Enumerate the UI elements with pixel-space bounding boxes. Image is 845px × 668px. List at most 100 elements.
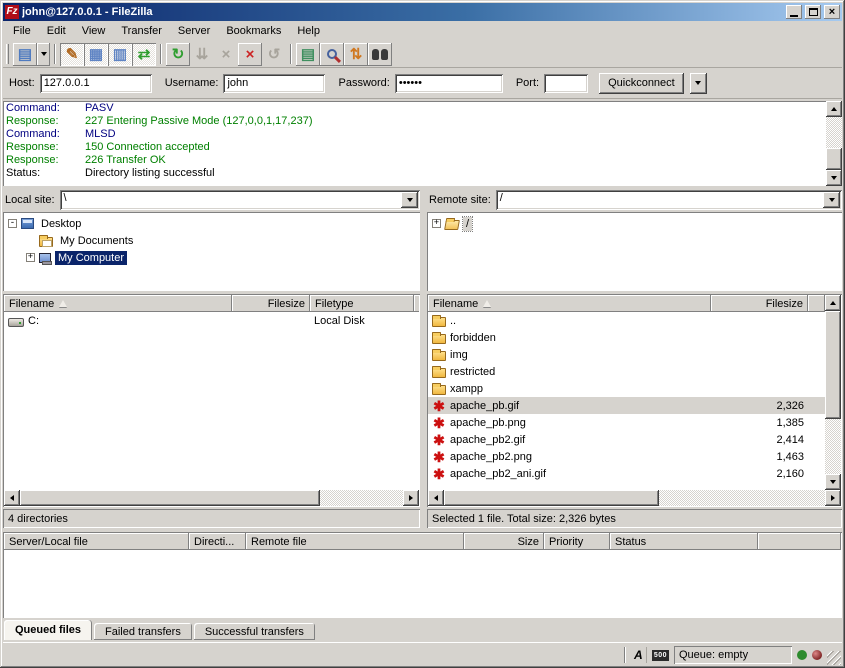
scroll-down-button[interactable] — [826, 170, 842, 186]
column-header-priority[interactable]: Priority — [544, 533, 610, 550]
file-row-apache-pb-png[interactable]: ✱apache_pb.png1,385 — [428, 414, 825, 431]
remote-vscrollbar[interactable] — [825, 295, 841, 490]
tree-item-my-computer[interactable]: +My Computer — [4, 249, 419, 266]
scroll-up-button[interactable] — [826, 101, 842, 117]
password-input[interactable] — [395, 74, 503, 93]
port-input[interactable] — [544, 74, 588, 93]
queue-status-field: Queue: empty — [674, 646, 792, 664]
close-button[interactable]: × — [824, 5, 840, 19]
column-header-directi[interactable]: Directi... — [189, 533, 246, 550]
toggle-remote-tree-button[interactable]: ▥ — [108, 43, 132, 66]
file-row-restricted[interactable]: restricted — [428, 363, 825, 380]
column-header-remote-file[interactable]: Remote file — [246, 533, 464, 550]
synchronized-browsing-button[interactable]: ⇅ — [344, 43, 368, 66]
menu-edit[interactable]: Edit — [39, 23, 74, 39]
menu-help[interactable]: Help — [289, 23, 328, 39]
scroll-left-button[interactable] — [4, 490, 20, 506]
scroll-right-button[interactable] — [825, 490, 841, 506]
remote-site-combo[interactable]: / — [496, 190, 842, 210]
quickconnect-button[interactable]: Quickconnect — [599, 73, 684, 94]
tab-failed-transfers[interactable]: Failed transfers — [94, 623, 192, 640]
column-header-status[interactable]: Status — [610, 533, 758, 550]
local-site-label: Local site: — [3, 194, 60, 206]
tree-item-label: My Documents — [57, 234, 136, 248]
menu-transfer[interactable]: Transfer — [113, 23, 170, 39]
file-row-img[interactable]: img — [428, 346, 825, 363]
maximize-button[interactable] — [805, 5, 821, 19]
host-input[interactable] — [40, 74, 152, 93]
file-row-apache-pb-gif[interactable]: ✱apache_pb.gif2,326 — [428, 397, 825, 414]
disconnect-button[interactable]: × — [238, 43, 262, 66]
column-header-filesize[interactable]: Filesize — [711, 295, 808, 312]
scroll-track[interactable] — [826, 117, 842, 170]
tab-successful-transfers[interactable]: Successful transfers — [194, 623, 315, 640]
local-site-dropdown-button[interactable] — [401, 192, 418, 208]
menu-file[interactable]: File — [5, 23, 39, 39]
scroll-track[interactable] — [659, 490, 825, 506]
collapse-icon[interactable]: - — [8, 219, 17, 228]
log-line: Command:PASV — [6, 102, 823, 115]
scroll-thumb[interactable] — [826, 148, 842, 170]
column-header-filename[interactable]: Filename — [4, 295, 232, 312]
local-hscrollbar[interactable] — [4, 490, 419, 506]
directory-comparison-button[interactable] — [320, 43, 344, 66]
column-header-filesize[interactable]: Filesize — [232, 295, 310, 312]
file-row-c[interactable]: C:Local Disk — [4, 312, 419, 329]
remote-site-row: Remote site: / — [427, 189, 842, 210]
directory-listing-filters-button[interactable]: ▤ — [296, 43, 320, 66]
folder-icon — [432, 351, 446, 361]
file-row-apache-pb2-gif[interactable]: ✱apache_pb2.gif2,414 — [428, 431, 825, 448]
menu-view[interactable]: View — [74, 23, 114, 39]
tree-item-desktop[interactable]: -Desktop — [4, 215, 419, 232]
scroll-down-button[interactable] — [825, 474, 841, 490]
refresh-button[interactable]: ↻ — [166, 43, 190, 66]
file-row-forbidden[interactable]: forbidden — [428, 329, 825, 346]
data-type-indicator-icon[interactable]: A — [631, 647, 647, 663]
password-label: Password: — [338, 77, 389, 89]
remote-hscrollbar[interactable] — [428, 490, 841, 506]
file-row-blank[interactable]: .. — [428, 312, 825, 329]
scroll-thumb[interactable] — [444, 490, 659, 506]
scroll-track[interactable] — [320, 490, 403, 506]
statusbar-separator — [624, 647, 626, 663]
minimize-button[interactable] — [786, 5, 802, 19]
column-header-size[interactable]: Size — [464, 533, 544, 550]
column-header-l[interactable]: L — [414, 295, 419, 312]
local-site-combo[interactable]: \ — [60, 190, 420, 210]
pane-splitter[interactable] — [420, 189, 427, 528]
site-manager-button[interactable]: ▤ — [13, 43, 37, 66]
file-row-xampp[interactable]: xampp — [428, 380, 825, 397]
log-line-text: PASV — [85, 102, 114, 115]
log-scrollbar[interactable] — [826, 101, 842, 186]
site-manager-dropdown-button[interactable] — [37, 43, 50, 66]
scroll-track[interactable] — [825, 311, 841, 474]
column-header-server-local-file[interactable]: Server/Local file — [4, 533, 189, 550]
toggle-transfer-queue-button[interactable]: ⇄ — [132, 43, 156, 66]
scroll-up-button[interactable] — [825, 295, 841, 311]
scroll-thumb[interactable] — [825, 311, 841, 419]
username-input[interactable] — [223, 74, 325, 93]
tree-item-blank[interactable]: +/ — [428, 215, 841, 232]
resize-grip[interactable] — [827, 651, 841, 665]
scroll-left-button[interactable] — [428, 490, 444, 506]
column-header-blank[interactable] — [758, 533, 841, 550]
tab-queued-files[interactable]: Queued files — [4, 620, 92, 640]
toggle-message-log-button[interactable]: ✎ — [60, 43, 84, 66]
menu-server[interactable]: Server — [170, 23, 218, 39]
column-header-filename[interactable]: Filename — [428, 295, 711, 312]
tree-item-my-documents[interactable]: My Documents — [4, 232, 419, 249]
scroll-right-button[interactable] — [403, 490, 419, 506]
file-row-apache-pb2-ani-gif[interactable]: ✱apache_pb2_ani.gif2,160 — [428, 465, 825, 482]
column-header-filetype[interactable]: Filetype — [310, 295, 414, 312]
expand-icon[interactable]: + — [432, 219, 441, 228]
speed-limit-icon[interactable]: 500 — [652, 650, 669, 661]
expand-icon[interactable]: + — [26, 253, 35, 262]
menu-bookmarks[interactable]: Bookmarks — [218, 23, 289, 39]
quickconnect-dropdown-button[interactable] — [690, 73, 707, 94]
toggle-local-tree-button[interactable]: ▦ — [84, 43, 108, 66]
column-header-blank[interactable] — [808, 295, 825, 312]
scroll-thumb[interactable] — [20, 490, 320, 506]
remote-site-dropdown-button[interactable] — [823, 192, 840, 208]
file-row-apache-pb2-png[interactable]: ✱apache_pb2.png1,463 — [428, 448, 825, 465]
find-files-button[interactable] — [368, 43, 392, 66]
